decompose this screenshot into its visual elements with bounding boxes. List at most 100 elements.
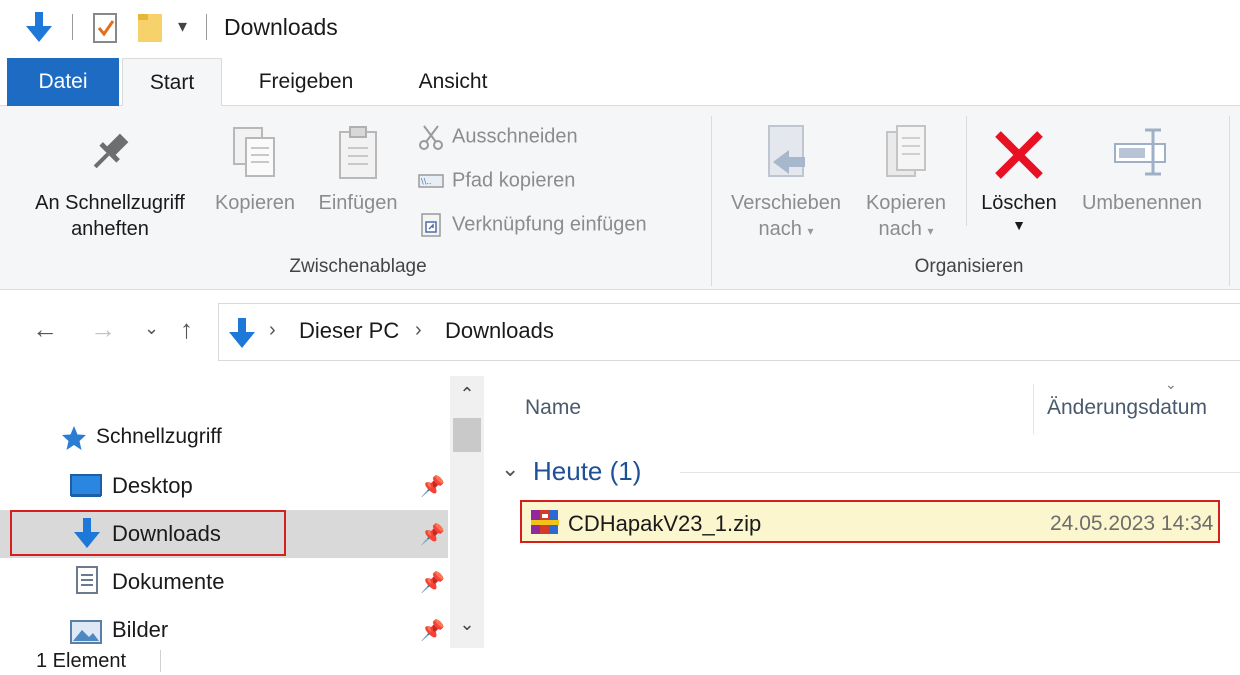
file-list-pane: ⌄ Name Änderungsdatum ⌄ Heute (1) CDHapa…	[485, 376, 1240, 648]
nav-item-bilder[interactable]: Bilder 📌	[0, 606, 448, 648]
item-count: 1 Element	[36, 650, 127, 672]
cut-button[interactable]: Ausschneiden	[418, 124, 578, 150]
recent-locations-chevron-icon[interactable]: ⌄	[144, 318, 159, 339]
rename-label: Umbenennen	[1081, 192, 1203, 214]
tab-start[interactable]: Start	[122, 58, 222, 107]
back-arrow-icon[interactable]: ←	[32, 314, 58, 345]
nav-item-downloads[interactable]: Downloads 📌	[0, 510, 448, 558]
new-folder-icon[interactable]	[136, 10, 164, 49]
tab-datei[interactable]: Datei	[7, 58, 119, 106]
pin-quick-access-label-2: anheften	[71, 218, 149, 240]
column-separator[interactable]	[1033, 384, 1034, 434]
copy-to-button[interactable]: Kopieren nach ▾	[854, 124, 958, 244]
shortcut-icon	[418, 212, 444, 238]
nav-pane-scrollbar[interactable]: ⌃ ⌄	[450, 376, 484, 648]
nav-item-schnellzugriff[interactable]: Schnellzugriff	[0, 414, 448, 462]
file-name: CDHapakV23_1.zip	[568, 511, 762, 536]
pin-icon: 📌	[420, 572, 445, 594]
ribbon-tabs: Datei Start Freigeben Ansicht	[0, 58, 1240, 107]
ribbon: An Schnellzugriff anheften Kopieren Einf…	[0, 106, 1240, 290]
navigation-pane: Schnellzugriff Desktop 📌 Downloads 📌 Dok…	[0, 376, 485, 648]
move-to-label-2: nach	[758, 218, 802, 240]
copy-path-label: Pfad kopieren	[452, 169, 576, 192]
winrar-archive-icon	[530, 508, 560, 541]
copy-path-button[interactable]: \\.. Pfad kopieren	[418, 168, 575, 194]
copy-label: Kopieren	[214, 192, 296, 214]
tab-ansicht[interactable]: Ansicht	[398, 58, 508, 106]
download-arrow-icon	[72, 516, 102, 556]
delete-x-icon	[972, 124, 1066, 190]
navigation-bar: ← → ⌄ ↑ › Dieser PC › Downloads	[0, 290, 1240, 376]
move-to-label-1: Verschieben	[730, 192, 842, 214]
breadcrumb-downloads[interactable]: Downloads	[445, 318, 554, 344]
download-arrow-icon	[24, 10, 54, 49]
address-bar[interactable]: › Dieser PC › Downloads	[218, 303, 1240, 361]
copy-to-label-1: Kopieren	[865, 192, 947, 214]
scrollbar-thumb[interactable]	[453, 418, 481, 452]
file-row[interactable]: CDHapakV23_1.zip 24.05.2023 14:34	[520, 500, 1220, 543]
scissors-icon	[418, 124, 444, 150]
documents-icon	[76, 566, 98, 600]
scroll-up-icon[interactable]: ⌃	[450, 384, 484, 405]
rename-icon	[1068, 124, 1216, 190]
nav-item-label: Bilder	[112, 617, 169, 642]
copy-button[interactable]: Kopieren	[206, 124, 304, 216]
up-arrow-icon[interactable]: ↑	[180, 314, 193, 345]
status-separator	[160, 650, 161, 672]
group-separator	[711, 116, 712, 286]
copy-icon	[206, 124, 304, 190]
dropdown-arrow-icon: ▼	[1012, 217, 1026, 233]
delete-label: Löschen	[981, 192, 1057, 214]
properties-icon[interactable]	[92, 12, 120, 49]
breadcrumb-dieser-pc[interactable]: Dieser PC	[299, 318, 399, 344]
sort-caret-icon: ⌄	[1165, 376, 1177, 392]
nav-item-label: Downloads	[112, 521, 221, 546]
pin-quick-access-button[interactable]: An Schnellzugriff anheften	[20, 128, 200, 242]
clipboard-group-label: Zwischenablage	[289, 256, 427, 277]
paste-shortcut-label: Verknüpfung einfügen	[452, 213, 647, 236]
pictures-icon	[70, 620, 102, 650]
breadcrumb-separator-icon: ›	[269, 319, 276, 341]
nav-item-desktop[interactable]: Desktop 📌	[0, 462, 448, 510]
organize-group-label: Organisieren	[914, 256, 1024, 277]
title-bar: ▾ Downloads	[0, 0, 1240, 58]
nav-item-label: Schnellzugriff	[96, 425, 222, 448]
paste-label: Einfügen	[318, 192, 398, 214]
downloads-location-icon	[227, 316, 257, 355]
copy-path-icon: \\..	[418, 168, 444, 194]
window-title: Downloads	[224, 14, 338, 40]
pin-icon: 📌	[420, 620, 445, 642]
breadcrumb-separator-icon: ›	[415, 319, 422, 341]
group-separator	[966, 116, 967, 226]
tab-freigeben[interactable]: Freigeben	[236, 58, 376, 106]
forward-arrow-icon[interactable]: →	[90, 314, 116, 345]
column-header-modified[interactable]: Änderungsdatum	[1047, 396, 1207, 420]
rename-button[interactable]: Umbenennen	[1068, 124, 1216, 216]
collapse-group-chevron-icon[interactable]: ⌄	[501, 456, 519, 482]
dropdown-arrow-icon: ▾	[807, 224, 814, 238]
dropdown-arrow-icon: ▾	[927, 224, 934, 238]
file-modified-date: 24.05.2023 14:34	[1050, 512, 1214, 535]
cut-label: Ausschneiden	[452, 125, 578, 148]
paste-shortcut-button[interactable]: Verknüpfung einfügen	[418, 212, 647, 238]
delete-button[interactable]: Löschen ▼	[972, 124, 1066, 234]
copy-to-icon	[854, 124, 958, 190]
nav-item-dokumente[interactable]: Dokumente 📌	[0, 558, 448, 606]
move-to-button[interactable]: Verschieben nach ▾	[722, 124, 850, 244]
nav-item-label: Dokumente	[112, 569, 225, 594]
star-icon	[60, 424, 88, 458]
pin-icon: 📌	[420, 524, 445, 546]
pin-quick-access-label-1: An Schnellzugriff	[35, 192, 185, 214]
pin-icon	[20, 128, 200, 190]
toolbar-separator	[206, 14, 207, 40]
column-header-name[interactable]: Name	[525, 396, 581, 420]
toolbar-separator	[72, 14, 73, 40]
copy-to-label-2: nach	[878, 218, 922, 240]
paste-icon	[308, 124, 408, 190]
group-header-today[interactable]: Heute (1)	[533, 456, 641, 487]
scroll-down-icon[interactable]: ⌄	[450, 614, 484, 635]
customize-toolbar-icon[interactable]: ▾	[178, 16, 187, 37]
paste-button[interactable]: Einfügen	[308, 124, 408, 216]
status-bar: 1 Element	[0, 648, 1240, 675]
pin-icon: 📌	[420, 476, 445, 498]
